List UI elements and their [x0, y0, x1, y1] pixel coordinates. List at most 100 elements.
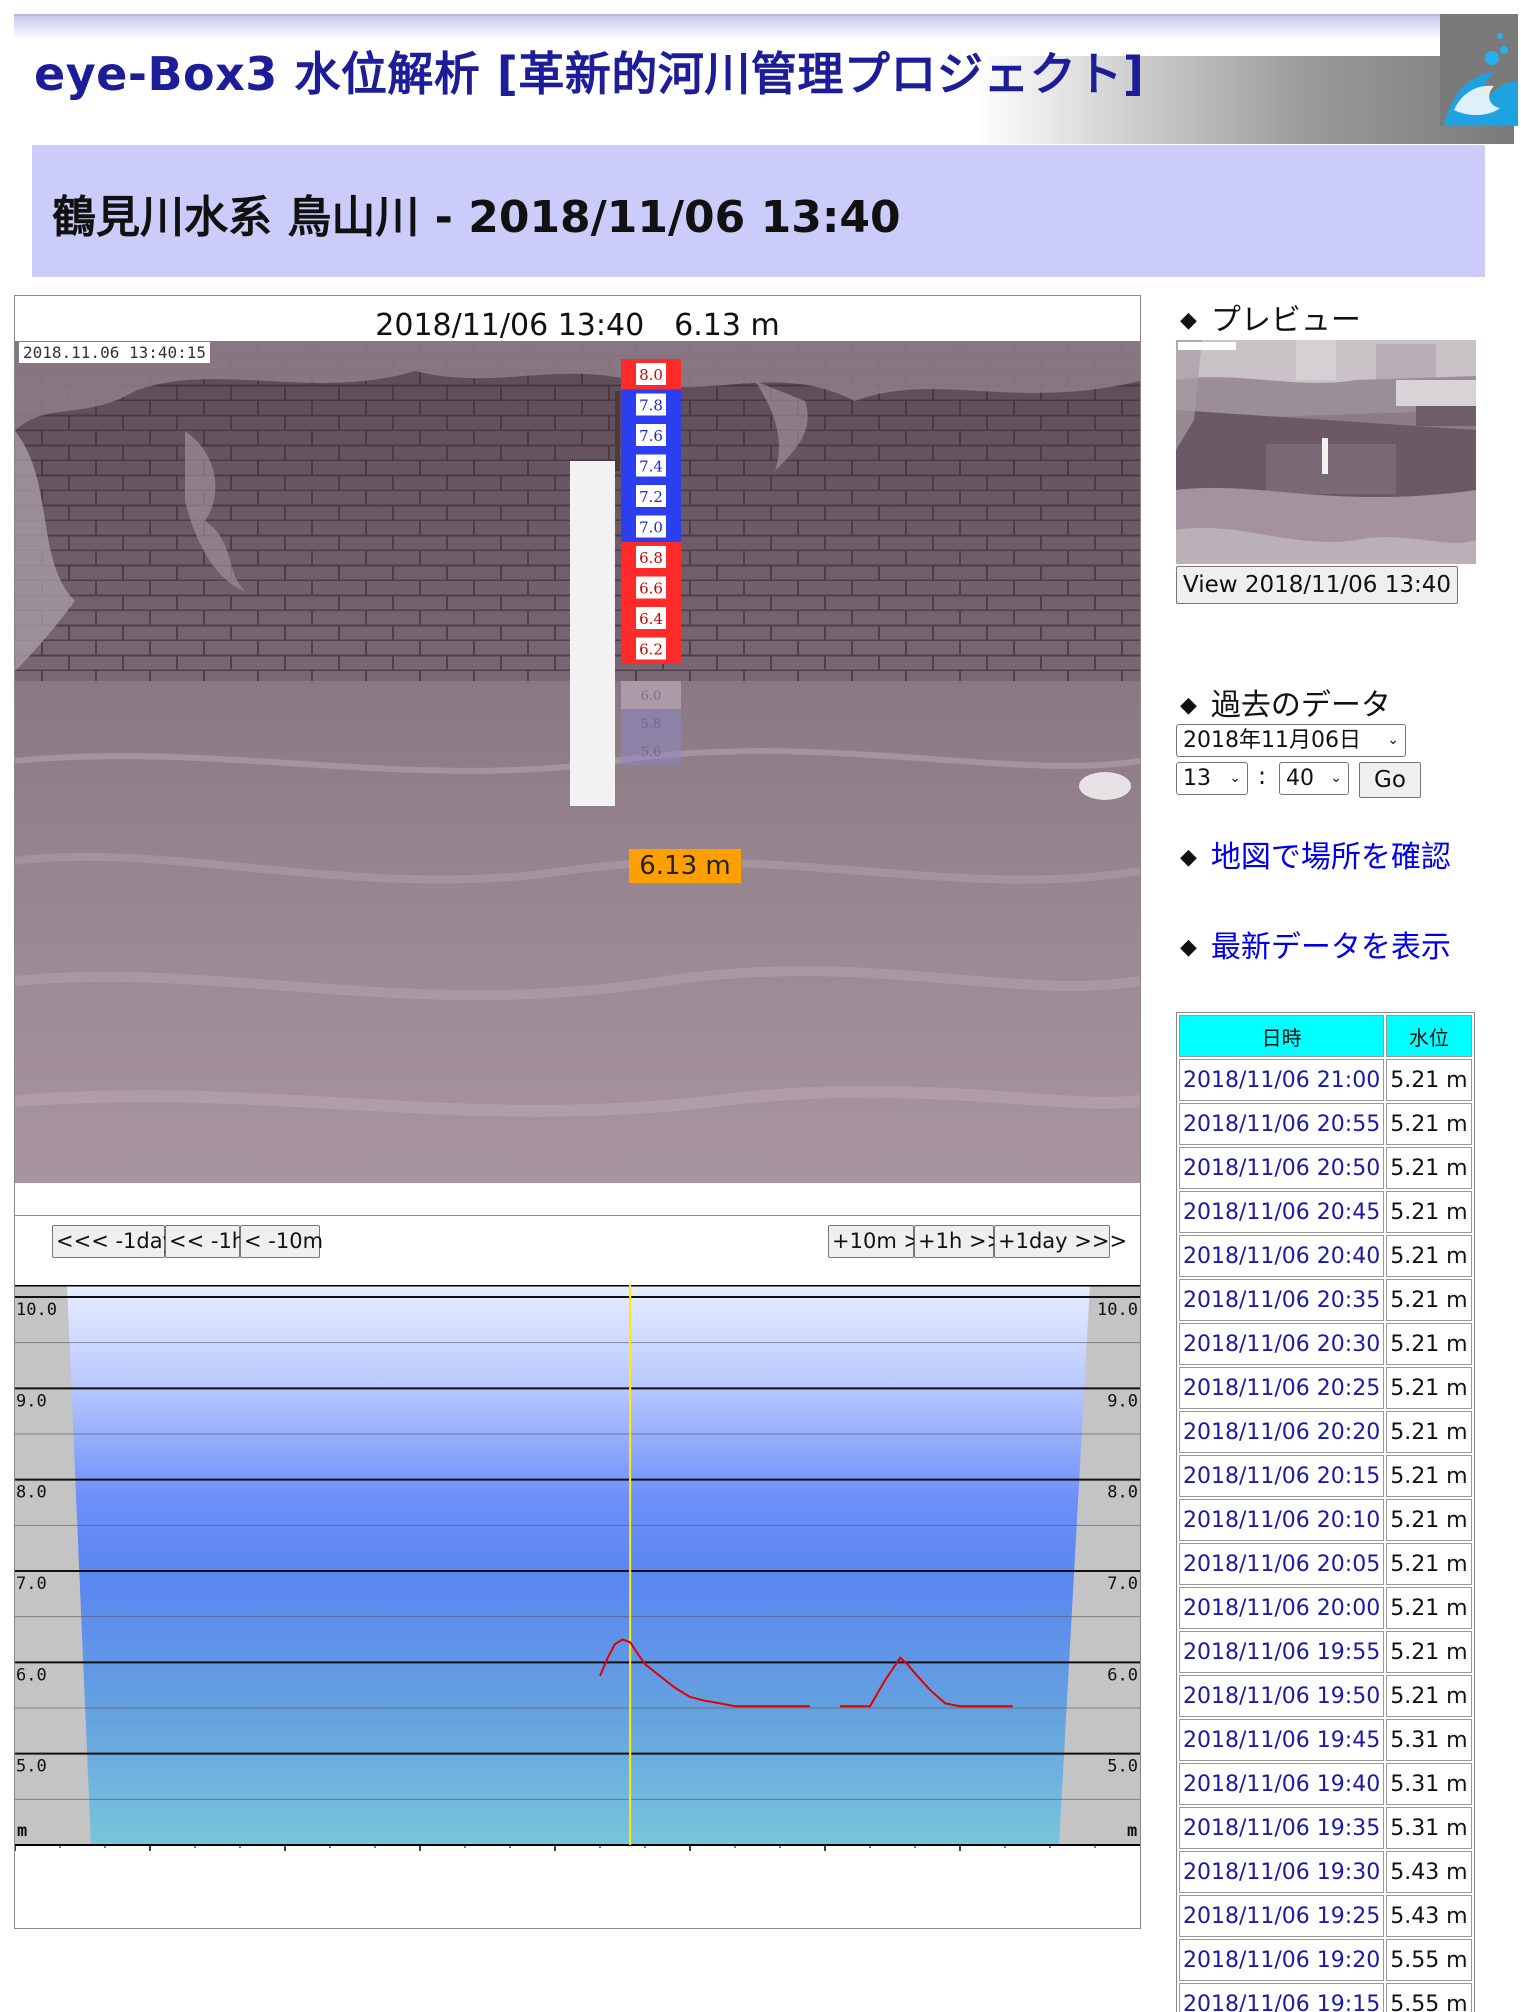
y-tick-label-left: 6.0 [16, 1665, 47, 1685]
image-caption: 2018/11/06 13:40 6.13 m [375, 308, 780, 343]
hour-select-value: 13 [1183, 766, 1211, 791]
table-row: 2018/11/06 19:25 5.43 m [1179, 1895, 1472, 1937]
gauge-label: 6.2 [639, 641, 663, 659]
table-row: 2018/11/06 19:45 5.31 m [1179, 1719, 1472, 1761]
hour-select[interactable]: 13 ⌄ [1176, 762, 1248, 795]
chart-water-band [67, 1285, 1090, 1845]
row-datetime-link[interactable]: 2018/11/06 20:00 [1179, 1587, 1385, 1629]
row-datetime-link[interactable]: 2018/11/06 19:55 [1179, 1631, 1385, 1673]
row-datetime-link[interactable]: 2018/11/06 19:25 [1179, 1895, 1385, 1937]
map-link[interactable]: 地図で場所を確認 [1211, 840, 1451, 875]
app-title: eye-Box3 水位解析 [革新的河川管理プロジェクト] [34, 47, 1145, 101]
plus-1h-button[interactable]: +1h >> [914, 1225, 1004, 1258]
table-row: 2018/11/06 20:15 5.21 m [1179, 1455, 1472, 1497]
gauge-label: 7.6 [639, 427, 663, 445]
table-row: 2018/11/06 20:45 5.21 m [1179, 1191, 1472, 1233]
row-datetime-link[interactable]: 2018/11/06 19:45 [1179, 1719, 1385, 1761]
row-level: 5.31 m [1386, 1763, 1472, 1805]
camera-scene: 8.0 7.8 7.6 7.4 7.2 7.0 6.8 6.6 6.4 6.2 6.0 5.8 5.6 [15, 341, 1140, 1183]
row-datetime-link[interactable]: 2018/11/06 19:15 [1179, 1983, 1385, 2012]
staff-gauge: 8.0 7.8 7.6 7.4 7.2 7.0 6.8 6.6 6.4 6.2 6.0 5.8 5.6 [621, 359, 681, 765]
row-level: 5.21 m [1386, 1235, 1472, 1277]
minus-1h-button[interactable]: << -1h [165, 1225, 245, 1258]
row-datetime-link[interactable]: 2018/11/06 20:45 [1179, 1191, 1385, 1233]
y-tick-label-right: 6.0 [1107, 1665, 1138, 1685]
row-datetime-link[interactable]: 2018/11/06 20:20 [1179, 1411, 1385, 1453]
row-datetime-link[interactable]: 2018/11/06 20:50 [1179, 1147, 1385, 1189]
table-row: 2018/11/06 19:30 5.43 m [1179, 1851, 1472, 1893]
row-level: 5.21 m [1386, 1367, 1472, 1409]
camera-timestamp: 2018.11.06 13:40:15 [19, 342, 211, 363]
date-select[interactable]: 2018年11月06日 ⌄ [1176, 724, 1406, 757]
minute-select-value: 40 [1286, 766, 1314, 791]
diamond-bullet-icon: ◆ [1180, 935, 1197, 960]
gauge-label: 6.8 [639, 549, 663, 567]
row-level: 5.31 m [1386, 1719, 1472, 1761]
y-unit-left: m [17, 1821, 27, 1841]
row-datetime-link[interactable]: 2018/11/06 19:30 [1179, 1851, 1385, 1893]
table-row: 2018/11/06 20:40 5.21 m [1179, 1235, 1472, 1277]
y-unit-right: m [1127, 1821, 1137, 1841]
table-row: 2018/11/06 19:20 5.55 m [1179, 1939, 1472, 1981]
row-datetime-link[interactable]: 2018/11/06 20:40 [1179, 1235, 1385, 1277]
chevron-down-icon: ⌄ [1330, 770, 1342, 786]
latest-link-row: ◆ 最新データを表示 [1180, 922, 1451, 966]
y-tick-label-right: 5.0 [1107, 1757, 1138, 1777]
row-datetime-link[interactable]: 2018/11/06 19:20 [1179, 1939, 1385, 1981]
minute-select[interactable]: 40 ⌄ [1279, 762, 1349, 795]
gauge-label: 7.4 [639, 458, 663, 476]
row-datetime-link[interactable]: 2018/11/06 20:10 [1179, 1499, 1385, 1541]
main-panel: 2018/11/06 13:40 6.13 m 8.0 7.8 7.6 7.4 … [14, 295, 1141, 1929]
gauge-label: 8.0 [639, 366, 663, 384]
row-datetime-link[interactable]: 2018/11/06 20:35 [1179, 1279, 1385, 1321]
water-level-readout: 6.13 m [629, 849, 741, 883]
row-datetime-link[interactable]: 2018/11/06 19:35 [1179, 1807, 1385, 1849]
gauge-reflection-label: 5.6 [641, 745, 662, 760]
date-select-value: 2018年11月06日 [1183, 728, 1361, 753]
plus-10m-button[interactable]: +10m > [828, 1225, 921, 1258]
divider [15, 1215, 1140, 1216]
table-row: 2018/11/06 20:30 5.21 m [1179, 1323, 1472, 1365]
row-level: 5.21 m [1386, 1191, 1472, 1233]
y-tick-label-left: 9.0 [16, 1391, 47, 1411]
gauge-label: 6.6 [639, 580, 663, 598]
table-row: 2018/11/06 21:00 5.21 m [1179, 1059, 1472, 1101]
row-datetime-link[interactable]: 2018/11/06 19:40 [1179, 1763, 1385, 1805]
y-tick-label-right: 8.0 [1107, 1483, 1138, 1503]
y-tick-label-left: 10.0 [16, 1300, 57, 1320]
camera-image: 8.0 7.8 7.6 7.4 7.2 7.0 6.8 6.6 6.4 6.2 6.0 5.8 5.6 … [15, 341, 1140, 1183]
row-level: 5.21 m [1386, 1059, 1472, 1101]
minus-1day-button[interactable]: <<< -1day [52, 1225, 175, 1258]
plus-1day-button[interactable]: +1day >>> [994, 1225, 1127, 1258]
row-level: 5.21 m [1386, 1543, 1472, 1585]
table-row: 2018/11/06 20:25 5.21 m [1179, 1367, 1472, 1409]
row-datetime-link[interactable]: 2018/11/06 21:00 [1179, 1059, 1385, 1101]
minus-10m-button[interactable]: < -10m [240, 1225, 323, 1258]
row-level: 5.21 m [1386, 1675, 1472, 1717]
diamond-bullet-icon: ◆ [1180, 308, 1197, 333]
row-datetime-link[interactable]: 2018/11/06 20:05 [1179, 1543, 1385, 1585]
table-row: 2018/11/06 20:10 5.21 m [1179, 1499, 1472, 1541]
history-table: 日時 水位 2018/11/06 21:00 5.21 m 2018/11/06 2… [1176, 1012, 1475, 2012]
location-banner: 鶴見川水系 鳥山川 - 2018/11/06 13:40 [32, 145, 1485, 277]
go-button[interactable]: Go [1359, 762, 1421, 798]
row-level: 5.55 m [1386, 1939, 1472, 1981]
table-row: 2018/11/06 20:50 5.21 m [1179, 1147, 1472, 1189]
history-heading: ◆ 過去のデータ [1180, 688, 1391, 723]
y-tick-label-left: 8.0 [16, 1483, 47, 1503]
row-datetime-link[interactable]: 2018/11/06 20:55 [1179, 1103, 1385, 1145]
row-level: 5.21 m [1386, 1455, 1472, 1497]
y-tick-label-right: 10.0 [1097, 1300, 1138, 1320]
table-row: 2018/11/06 19:50 5.21 m [1179, 1675, 1472, 1717]
row-datetime-link[interactable]: 2018/11/06 20:30 [1179, 1323, 1385, 1365]
row-level: 5.55 m [1386, 1983, 1472, 2012]
row-datetime-link[interactable]: 2018/11/06 20:25 [1179, 1367, 1385, 1409]
view-preview-button[interactable]: View 2018/11/06 13:40 [1176, 566, 1458, 604]
diamond-bullet-icon: ◆ [1180, 693, 1197, 718]
preview-thumbnail[interactable] [1176, 340, 1476, 564]
row-datetime-link[interactable]: 2018/11/06 20:15 [1179, 1455, 1385, 1497]
row-datetime-link[interactable]: 2018/11/06 19:50 [1179, 1675, 1385, 1717]
latest-data-link[interactable]: 最新データを表示 [1211, 930, 1451, 965]
row-level: 5.21 m [1386, 1279, 1472, 1321]
row-level: 5.43 m [1386, 1895, 1472, 1937]
